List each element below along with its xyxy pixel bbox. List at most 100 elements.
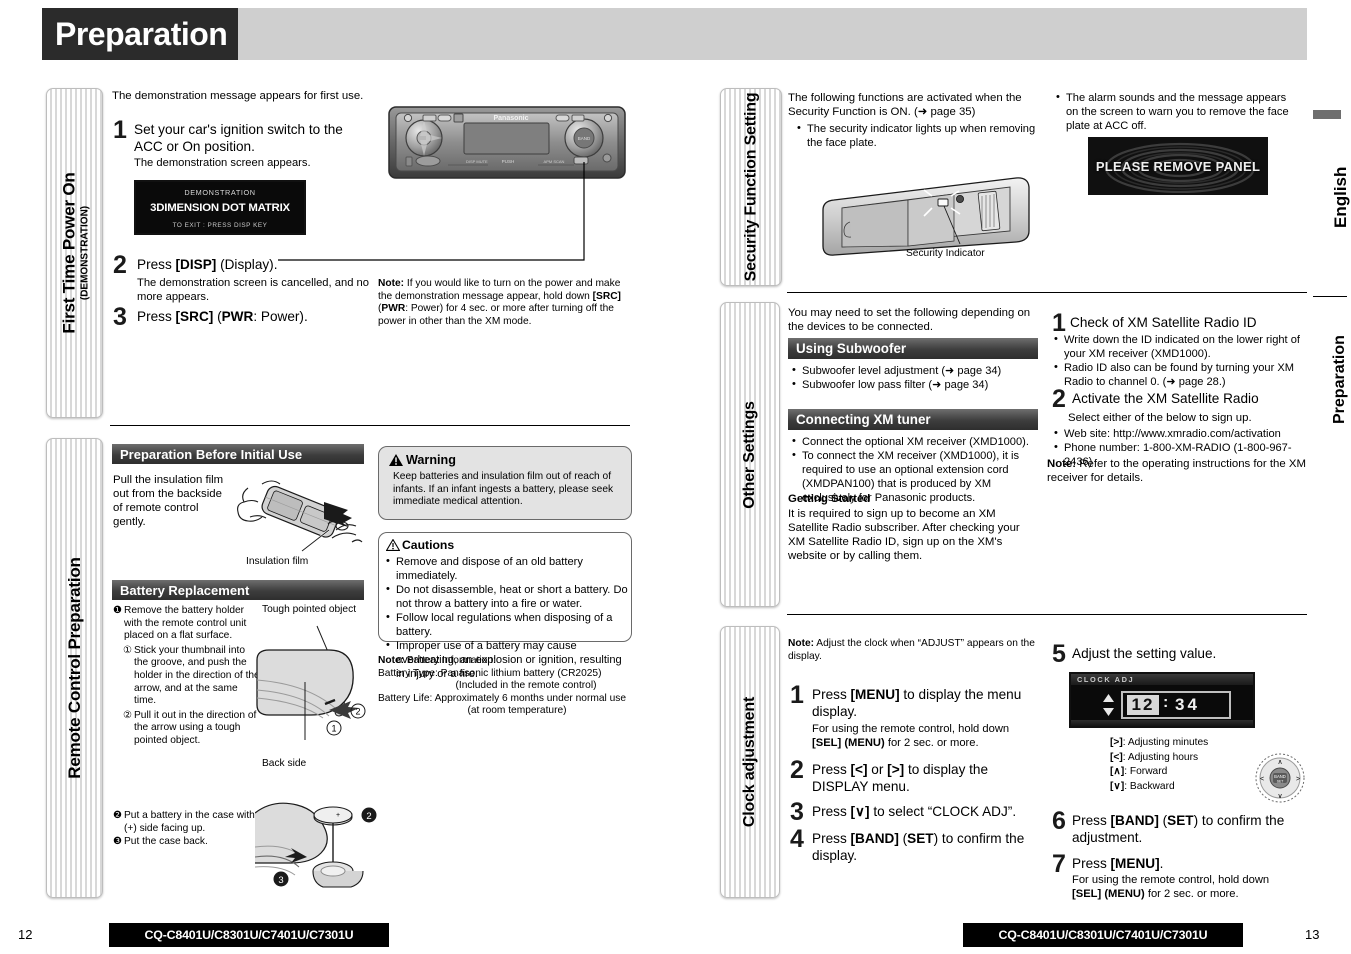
clock-step-1-text: Press [MENU] to display the menu display… (812, 687, 1022, 719)
clock-step-7-text: Press [MENU]. (1072, 856, 1164, 871)
back-side-caption: Back side (262, 758, 307, 769)
clock-minutes: 34 (1175, 695, 1200, 714)
caution-item: Remove and dispose of an old battery imm… (396, 556, 583, 582)
battery-step-3-text: Put the case back. (124, 836, 208, 847)
edge-divider (1313, 296, 1347, 297)
clock-step-7-sub: For using the remote control, hold down … (1072, 874, 1270, 900)
step-number-2: 2 (113, 251, 127, 279)
sidebar-tab-clock-adjustment: Clock adjustment (720, 626, 780, 898)
battery-insertion-illustration: + 2 3 (255, 795, 385, 900)
caution-item: Do not disassemble, heat or short a batt… (396, 584, 628, 610)
page-title: Preparation (42, 8, 238, 60)
step-number-1: 1 (113, 116, 127, 144)
caution-triangle-icon (386, 539, 400, 551)
sidebar-tab-label: Clock adjustment (741, 696, 758, 828)
clock-step-3-text: Press [∨] to select “CLOCK ADJ”. (812, 804, 1017, 819)
clock-adjust-screen: CLOCK ADJ 12 : 34 (1069, 672, 1255, 728)
sidebar-tab-label: Remote Control Preparation (64, 557, 84, 779)
clock-step-number-7: 7 (1052, 850, 1066, 878)
svg-text:∧: ∧ (1277, 759, 1282, 766)
edge-label-preparation: Preparation (1331, 335, 1348, 424)
sidebar-tab-other-settings: Other Settings (720, 302, 780, 607)
face-plate-illustration (820, 170, 1040, 260)
sidebar-tab-label: Other Settings (741, 400, 758, 509)
section-bar-initial-use: Preparation Before Initial Use (112, 444, 364, 464)
xm-step-2-item: Web site: http://www.xmradio.com/activat… (1064, 428, 1281, 440)
legend-key: [<] (1110, 751, 1123, 763)
clock-step-number-4: 4 (790, 825, 804, 853)
clock-step-6-text: Press [BAND] (SET) to confirm the adjust… (1072, 813, 1285, 845)
first-time-intro: The demonstration message appears for fi… (112, 90, 364, 102)
sidebar-tab-first-time-power-on: First Time Power On (DEMONSTRATION) (46, 88, 103, 418)
clock-step-4-text: Press [BAND] (SET) to confirm the displa… (812, 831, 1025, 863)
sidebar-tab-label: First Time Power On (59, 172, 78, 334)
section-bar-label: Preparation Before Initial Use (120, 446, 303, 462)
svg-text:>: > (1296, 776, 1300, 783)
xm-step-2-title: Activate the XM Satellite Radio (1072, 391, 1259, 406)
clock-step-number-6: 6 (1052, 807, 1066, 835)
clock-step-1-sub: For using the remote control, hold down … (812, 723, 1010, 749)
getting-started-text: It is required to sign up to become an X… (788, 508, 1020, 562)
alarm-screen-text: PLEASE REMOVE PANEL (1095, 159, 1261, 174)
tough-pointed-object-caption: Tough pointed object (262, 604, 357, 615)
clock-step-number-1: 1 (790, 681, 804, 709)
section-bar-label: Using Subwoofer (796, 341, 907, 356)
insulation-film-caption: Insulation film (246, 556, 309, 567)
clock-step-2-text: Press [<] or [>] to display the DISPLAY … (812, 762, 989, 794)
svg-text:2: 2 (366, 811, 371, 822)
battery-step-1-text: Remove the battery holder with the remot… (124, 605, 247, 642)
warning-title: Warning (406, 453, 456, 467)
xm-step-1-item: Radio ID also can be found by turning yo… (1064, 362, 1295, 388)
section-bar-using-subwoofer: Using Subwoofer (788, 338, 1038, 359)
clock-note: Note: Adjust the clock when “ADJUST” app… (788, 638, 1035, 662)
legend-desc: : Adjusting hours (1122, 751, 1199, 763)
security-indicator-caption: Security Indicator (906, 248, 985, 259)
page-number-left: 12 (18, 927, 33, 942)
legend-desc: : Forward (1124, 766, 1168, 778)
battery-step-1-sub-1: Stick your thumbnail into the groove, an… (134, 644, 260, 707)
battery-note-line-4: (at room temperature) (467, 705, 567, 717)
band-dial-illustration: BAND SET ∧ ∨ < > (1254, 752, 1306, 804)
alarm-screen: PLEASE REMOVE PANEL (1088, 137, 1268, 195)
cautions-title: Cautions (402, 538, 455, 552)
warning-box: Warning Keep batteries and insulation fi… (378, 446, 632, 520)
clock-key-legend: [>]: Adjusting minutes [<]: Adjusting ho… (1110, 737, 1250, 793)
clock-step-number-2: 2 (790, 756, 804, 784)
clock-up-down-icon (1103, 694, 1114, 716)
first-time-note: Note: If you would like to turn on the p… (378, 278, 621, 327)
edge-label-english: English (1331, 166, 1350, 228)
svg-text:1: 1 (331, 724, 336, 734)
section-bar-connecting-xm-tuner: Connecting XM tuner (788, 409, 1038, 430)
section-bar-battery-replacement: Battery Replacement (112, 580, 364, 600)
leader-line-disp (278, 162, 585, 261)
section-bar-label: Battery Replacement (120, 582, 250, 598)
svg-text:Panasonic: Panasonic (493, 115, 528, 122)
sidebar-tab-remote-control-preparation: Remote Control Preparation (46, 438, 103, 898)
right-page-divider-1 (787, 292, 1307, 293)
battery-note-head: Battery Information: (406, 655, 496, 666)
subwoofer-list: • Subwoofer level adjustment (➜ page 34) … (792, 364, 1002, 391)
legend-key: [∨] (1110, 780, 1125, 792)
other-settings-intro: You may need to set the following depend… (788, 307, 1031, 333)
legend-key: [>] (1110, 737, 1123, 748)
remote-insulation-film-illustration (232, 468, 366, 560)
cautions-box: Cautions • Remove and dispose of an old b… (378, 532, 632, 680)
step-1-text: Set your car's ignition switch to the AC… (134, 122, 343, 154)
clock-separator: : (1163, 694, 1169, 711)
xm-step-1-title: Check of XM Satellite Radio ID (1070, 315, 1257, 330)
step-3-text: Press [SRC] (PWR: Power). (137, 309, 308, 324)
security-bullet-1: • The security indicator lights up when … (797, 122, 1036, 149)
svg-text:BAND: BAND (578, 136, 591, 141)
subwoofer-item: Subwoofer low pass filter (➜ page 34) (802, 379, 989, 391)
battery-step-1-sub-2: Pull it out in the direction of the arro… (134, 709, 257, 746)
battery-note-line-2: (Included in the remote control) (455, 680, 597, 692)
xm-step-1-item: Write down the ID indicated on the lower… (1064, 334, 1300, 360)
clock-step-number-3: 3 (790, 798, 804, 826)
svg-text:2: 2 (355, 707, 360, 717)
step-number-3: 3 (113, 303, 127, 331)
legend-key: [∧] (1110, 766, 1125, 778)
clock-step-number-5: 5 (1052, 640, 1066, 668)
getting-started-heading: Getting Started (788, 493, 871, 505)
sidebar-tab-label: Security Function Setting (742, 92, 760, 282)
xm-step-1-list: • Write down the ID indicated on the lowe… (1054, 333, 1300, 388)
